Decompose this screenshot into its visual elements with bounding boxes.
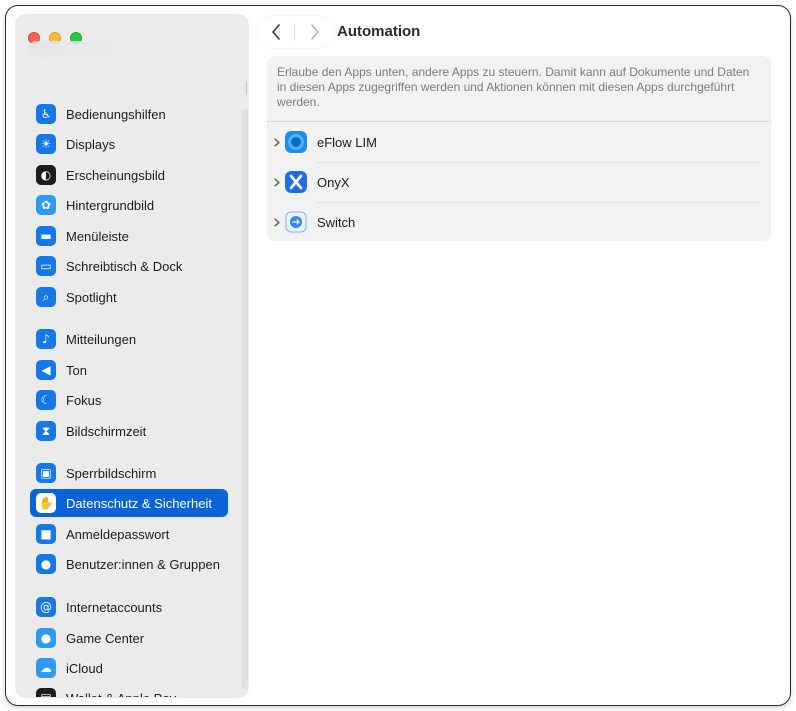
sidebar-item[interactable]: ● Benutzer:innen & Gruppen xyxy=(30,550,228,578)
sidebar-item[interactable]: ⧗ Bildschirmzeit xyxy=(30,417,228,445)
password-lock-icon: ■ xyxy=(36,524,56,544)
navigation-buttons xyxy=(256,16,334,48)
lockscreen-icon: ▣ xyxy=(36,463,56,483)
notifications-bell-icon: ♪ xyxy=(36,329,56,349)
chevron-right-icon xyxy=(310,24,319,40)
settings-window: ♿ Bedienungshilfen ☀ Displays ◐ Erscheinungsb… xyxy=(6,6,790,705)
switch-app-icon xyxy=(285,211,307,233)
sidebar-item-label: Internetaccounts xyxy=(66,599,163,615)
sidebar-item[interactable]: ☾ Fokus xyxy=(30,386,228,414)
sidebar-item-label: Anmeldepasswort xyxy=(66,526,170,542)
app-row-onyx[interactable]: OnyX xyxy=(267,162,771,202)
back-button[interactable] xyxy=(263,19,289,45)
sidebar-item-label: Ton xyxy=(66,362,87,378)
sidebar: ♿ Bedienungshilfen ☀ Displays ◐ Erscheinungsb… xyxy=(16,15,248,697)
app-row-eflow[interactable]: eFlow LIM xyxy=(267,122,771,162)
appearance-icon: ◐ xyxy=(36,165,56,185)
sidebar-item-label: Mitteilungen xyxy=(66,331,137,347)
sidebar-scrollbar-thumb[interactable] xyxy=(245,111,248,681)
sidebar-item-label: Sperrbildschirm xyxy=(66,465,157,481)
sidebar-item[interactable]: ✋ Datenschutz & Sicherheit xyxy=(30,489,228,517)
sidebar-item-label: Benutzer:innen & Gruppen xyxy=(66,556,220,572)
sidebar-item-label: Displays xyxy=(66,136,116,152)
icloud-icon: ☁ xyxy=(36,658,56,678)
sidebar-item-label: Game Center xyxy=(66,630,145,646)
app-name: eFlow LIM xyxy=(317,134,377,150)
users-groups-icon: ● xyxy=(36,554,56,574)
privacy-hand-icon: ✋ xyxy=(36,493,56,513)
screentime-hourglass-icon: ⧗ xyxy=(36,421,56,441)
sidebar-scrollbar[interactable] xyxy=(242,109,248,689)
sidebar-item[interactable]: ☀ Displays xyxy=(30,130,228,158)
toolbar xyxy=(256,16,334,48)
disclosure-chevron-icon[interactable] xyxy=(272,137,282,147)
automation-panel: Erlaube den Apps unten, andere Apps zu s… xyxy=(267,56,771,241)
onyx-app-icon xyxy=(285,171,307,193)
sidebar-item[interactable]: ■ Anmeldepasswort xyxy=(30,520,228,548)
page-title: Automation xyxy=(337,23,421,40)
sidebar-item[interactable]: ✿ Hintergrundbild xyxy=(30,191,228,219)
sidebar-search-field[interactable] xyxy=(28,41,118,57)
chevron-left-icon xyxy=(271,24,280,40)
forward-button[interactable] xyxy=(302,19,328,45)
sidebar-item-label: Fokus xyxy=(66,392,102,408)
eflow-app-icon xyxy=(285,131,307,153)
internet-accounts-at-icon: @ xyxy=(36,597,56,617)
sidebar-item[interactable]: ● Game Center xyxy=(30,624,228,652)
dock-icon: ▭ xyxy=(36,256,56,276)
sidebar-item[interactable]: ▭ Schreibtisch & Dock xyxy=(30,252,228,280)
app-name: Switch xyxy=(317,214,356,230)
automation-description: Erlaube den Apps unten, andere Apps zu s… xyxy=(277,65,750,109)
display-brightness-icon: ☀ xyxy=(36,134,56,154)
wallpaper-icon: ✿ xyxy=(36,195,56,215)
sidebar-item[interactable]: ▬ Menüleiste xyxy=(30,222,228,250)
wallet-icon: ▤ xyxy=(36,688,56,697)
sidebar-item-label: Hintergrundbild xyxy=(66,197,155,213)
game-center-icon: ● xyxy=(36,628,56,648)
accessibility-icon: ♿ xyxy=(36,104,56,124)
menubar-icon: ▬ xyxy=(36,226,56,246)
disclosure-chevron-icon[interactable] xyxy=(272,177,282,187)
sidebar-item-label: Schreibtisch & Dock xyxy=(66,258,183,274)
sidebar-item[interactable]: ▤ Wallet & Apple Pay xyxy=(30,684,228,697)
app-row-switch[interactable]: Switch xyxy=(267,202,771,242)
sidebar-item[interactable]: ▣ Sperrbildschirm xyxy=(30,459,228,487)
sidebar-item-label: Wallet & Apple Pay xyxy=(66,691,176,698)
sidebar-item[interactable]: ☁ iCloud xyxy=(30,654,228,682)
sidebar-item[interactable]: ◐ Erscheinungsbild xyxy=(30,161,228,189)
spotlight-search-icon: ⌕ xyxy=(36,287,56,307)
sidebar-item[interactable]: @ Internetaccounts xyxy=(30,593,228,621)
sound-speaker-icon: ◀ xyxy=(36,360,56,380)
nav-separator xyxy=(294,23,295,41)
disclosure-chevron-icon[interactable] xyxy=(272,217,282,227)
sidebar-item-label: iCloud xyxy=(66,660,103,676)
sidebar-item-label: Erscheinungsbild xyxy=(66,167,166,183)
sidebar-item-label: Datenschutz & Sicherheit xyxy=(66,495,212,511)
sidebar-item[interactable]: ⌕ Spotlight xyxy=(30,283,228,311)
sidebar-item[interactable]: ♪ Mitteilungen xyxy=(30,325,228,353)
sidebar-item-label: Bedienungshilfen xyxy=(66,106,166,122)
sidebar-item-label: Bildschirmzeit xyxy=(66,423,147,439)
sidebar-item-label: Spotlight xyxy=(66,289,117,305)
sidebar-item-label: Menüleiste xyxy=(66,228,129,244)
app-name: OnyX xyxy=(317,174,350,190)
focus-moon-icon: ☾ xyxy=(36,390,56,410)
sidebar-item[interactable]: ◀ Ton xyxy=(30,356,228,384)
sidebar-item[interactable]: ♿ Bedienungshilfen xyxy=(30,100,228,128)
divider xyxy=(246,81,247,95)
